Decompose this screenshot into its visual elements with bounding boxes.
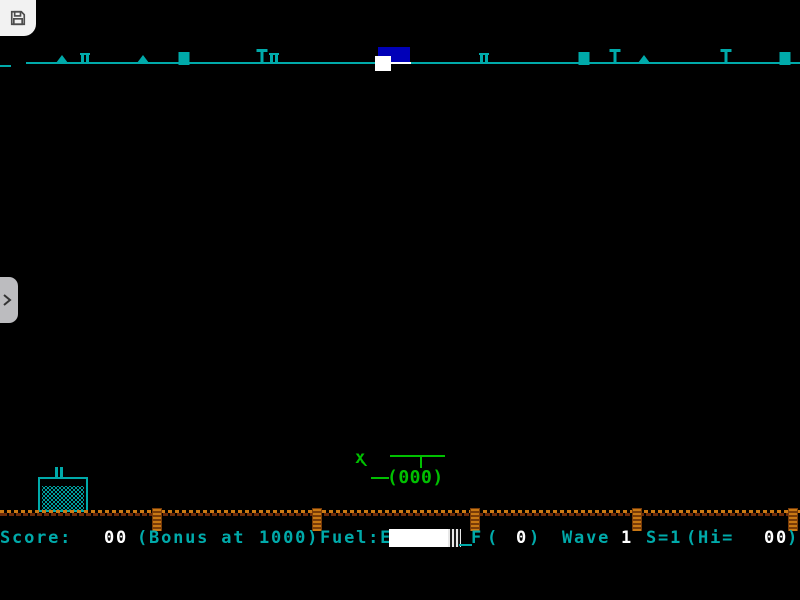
status-fuel-label: Fuel:E: [320, 528, 392, 548]
ship-wing-line: [390, 455, 445, 457]
ground-strip: [0, 510, 800, 516]
status-fuel-paren-open: (: [487, 528, 499, 548]
status-ships-label: S=1: [646, 528, 682, 548]
scanner-t-icon: [721, 49, 732, 63]
status-fuel-count: 0: [516, 528, 528, 548]
scanner-pi-icon: [269, 53, 279, 63]
scanner-triangle-icon: [638, 55, 650, 63]
status-bonus-value: 1000): [259, 528, 319, 548]
scanner-square-icon: [579, 52, 590, 65]
sidebar-toggle-button[interactable]: [0, 277, 18, 323]
scanner-line-stub: [0, 65, 11, 67]
scanner-player-dot: [375, 56, 391, 71]
fuel-gauge-bar: [389, 529, 448, 547]
save-button[interactable]: [0, 0, 36, 36]
game-screen[interactable]: x ` (000) Score:00(Bonus at1000)Fuel:EF(…: [0, 0, 800, 600]
scanner-square-icon: [179, 52, 190, 65]
scanner-t-icon: [257, 49, 268, 63]
status-fuel-f-label: F: [471, 528, 483, 548]
scanner-t-icon: [610, 49, 621, 63]
status-fuel-paren-close: ): [529, 528, 541, 548]
status-wave-label: Wave: [562, 528, 610, 548]
status-score-label: Score:: [0, 528, 72, 548]
chevron-right-icon: [1, 293, 13, 307]
fuel-gauge-needle: [459, 544, 472, 546]
status-hi-value: 00: [764, 528, 788, 548]
scanner-triangle-icon: [56, 55, 68, 63]
status-wave-value: 1: [621, 528, 633, 548]
status-bonus-label: (Bonus at: [137, 528, 245, 548]
fuel-depot-texture: [42, 486, 84, 510]
ship-body: (000): [387, 467, 444, 488]
ship-tick-char: `: [359, 461, 372, 486]
status-hi-label: (Hi=: [686, 528, 734, 548]
scanner-pi-icon: [80, 53, 90, 63]
scanner-square-icon: [780, 52, 791, 65]
status-score-value: 00: [104, 528, 128, 548]
fuel-depot-chimney: [55, 467, 58, 477]
floppy-disk-icon: [8, 8, 28, 28]
scanner-pi-icon: [479, 53, 489, 63]
scanner-triangle-icon: [137, 55, 149, 63]
status-hi-close: ): [787, 528, 799, 548]
fuel-depot-chimney: [60, 467, 63, 477]
scanner-viewport-line: [391, 62, 411, 64]
